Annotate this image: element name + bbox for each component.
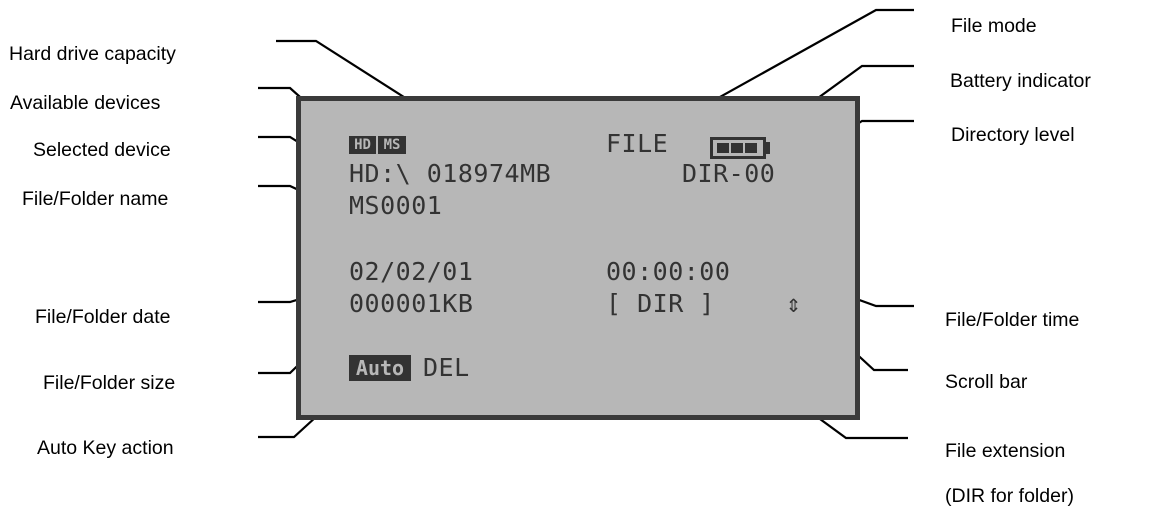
device-hd-badge: HD: [349, 136, 376, 154]
battery-cell: [731, 143, 743, 153]
label-file-extension-note: (DIR for folder): [945, 485, 1074, 507]
label-scroll-bar: Scroll bar: [945, 371, 1028, 393]
device-ms-badge: MS: [378, 136, 406, 154]
auto-key-badge: Auto: [349, 355, 411, 381]
file-mode-text: FILE: [606, 129, 669, 158]
scroll-bar-icon: ⇕: [786, 289, 802, 318]
directory-level-text: DIR-00: [682, 159, 776, 188]
file-folder-name: MS0001: [349, 191, 443, 220]
label-hard-drive-capacity: Hard drive capacity: [9, 43, 176, 65]
label-auto-key-action: Auto Key action: [37, 437, 174, 459]
label-file-folder-size: File/Folder size: [43, 372, 176, 394]
lcd-screen: HD MS FILE HD:\ 018974MB DIR-00 MS0001 0…: [296, 96, 860, 420]
label-available-devices: Available devices: [10, 92, 161, 114]
delete-action-text: DEL: [423, 353, 470, 382]
selected-device-path: HD:\ 018974MB: [349, 159, 552, 188]
battery-cell: [745, 143, 757, 153]
label-file-extension: File extension: [945, 440, 1066, 462]
file-folder-size: 000001KB: [349, 289, 474, 318]
label-file-folder-date: File/Folder date: [35, 306, 171, 328]
file-extension-text: [ DIR ]: [606, 289, 715, 318]
label-battery-indicator: Battery indicator: [950, 70, 1091, 92]
file-folder-time: 00:00:00: [606, 257, 731, 286]
battery-cell: [717, 143, 729, 153]
label-file-mode: File mode: [951, 15, 1037, 37]
battery-tip: [764, 142, 770, 154]
battery-icon: [710, 137, 766, 159]
label-file-folder-time: File/Folder time: [945, 309, 1080, 331]
label-selected-device: Selected device: [33, 139, 171, 161]
label-file-folder-name: File/Folder name: [22, 188, 169, 210]
label-directory-level: Directory level: [951, 124, 1075, 146]
file-folder-date: 02/02/01: [349, 257, 474, 286]
